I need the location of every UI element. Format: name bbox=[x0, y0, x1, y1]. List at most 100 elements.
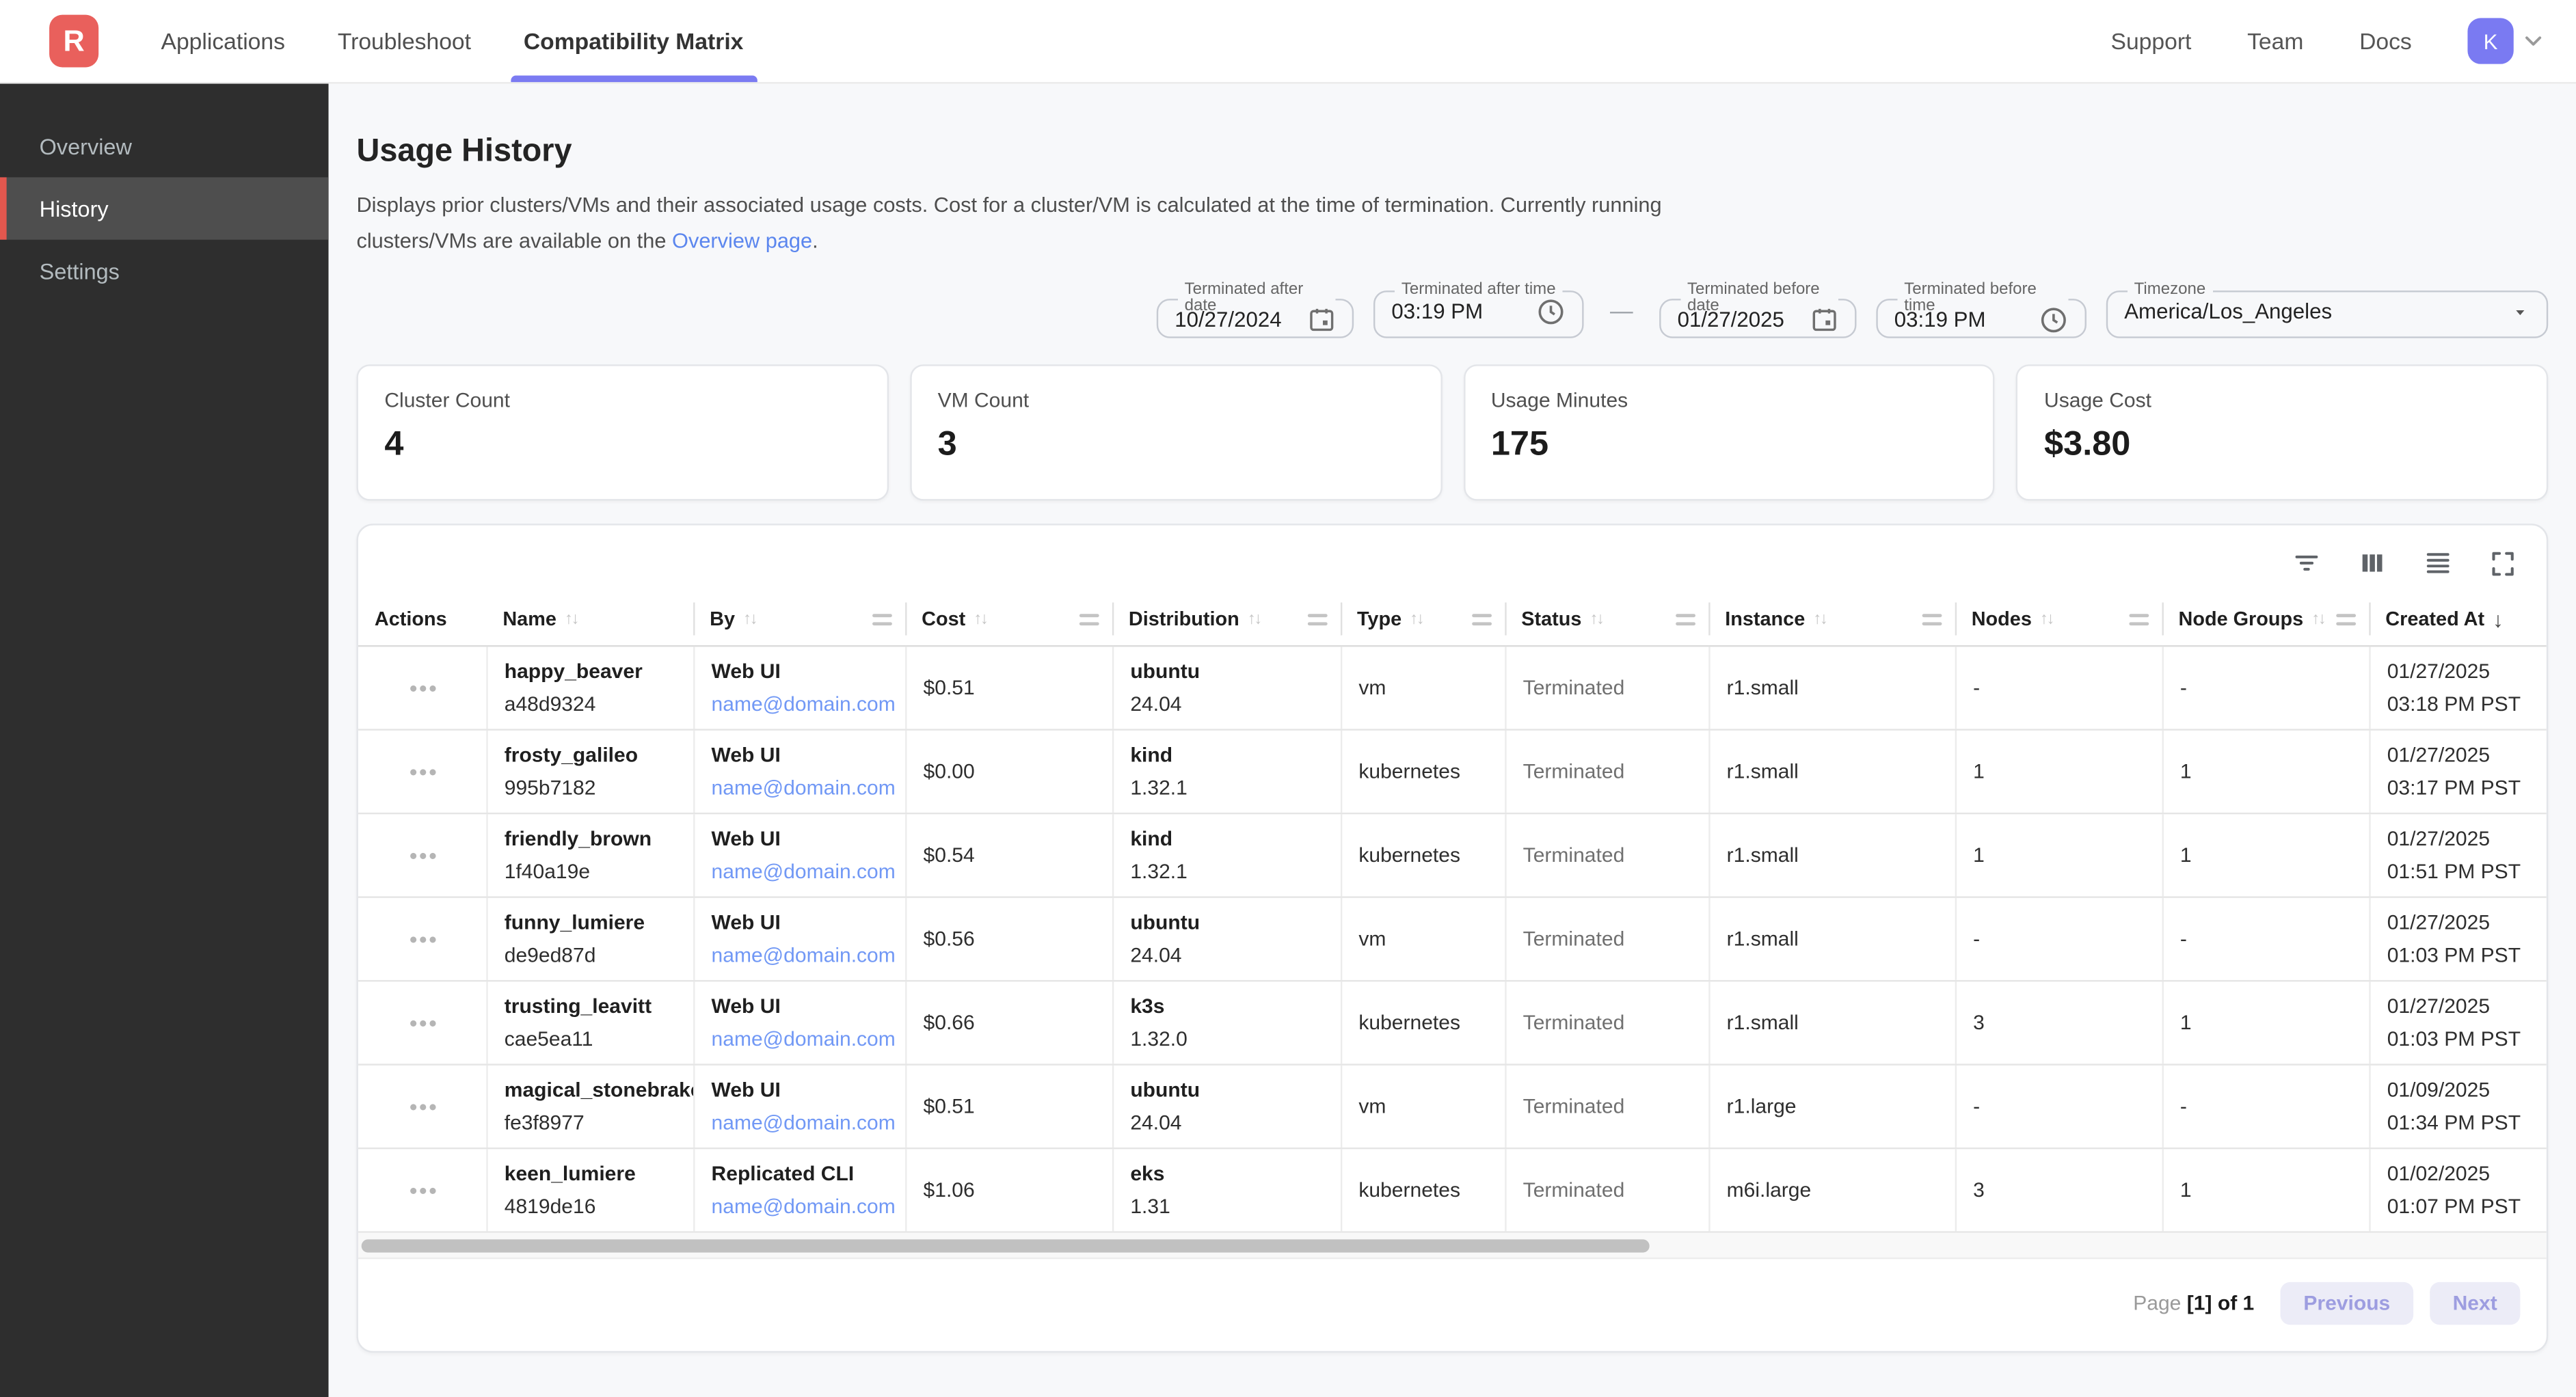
column-label[interactable]: Node Groups bbox=[2179, 608, 2304, 631]
column-label[interactable]: By bbox=[710, 608, 735, 631]
terminated-after-date-value[interactable]: 10/27/2024 bbox=[1175, 307, 1281, 331]
column-label[interactable]: Name bbox=[502, 608, 556, 631]
calendar-icon[interactable] bbox=[1810, 306, 1838, 334]
column-separator[interactable] bbox=[2369, 602, 2370, 635]
sort-icon[interactable]: ↑↓ bbox=[2311, 610, 2324, 627]
row-actions-button[interactable]: ••• bbox=[410, 763, 439, 780]
clock-icon[interactable] bbox=[2039, 305, 2068, 334]
terminated-after-time-field[interactable]: Terminated after time 03:19 PM bbox=[1373, 282, 1584, 338]
nav-tab[interactable]: Applications bbox=[135, 0, 311, 82]
chevron-down-icon[interactable] bbox=[2520, 28, 2546, 54]
filter-icon[interactable] bbox=[2292, 548, 2321, 578]
created-by-email-link[interactable]: name@domain.com bbox=[712, 772, 892, 804]
column-menu-icon[interactable] bbox=[1079, 612, 1099, 625]
column-label[interactable]: Cost bbox=[922, 608, 965, 631]
columns-icon[interactable] bbox=[2357, 548, 2387, 578]
column-label[interactable]: Status bbox=[1521, 608, 1581, 631]
sidebar-item[interactable]: Settings bbox=[0, 240, 329, 302]
timezone-select[interactable]: Timezone America/Los_Angeles bbox=[2106, 282, 2548, 338]
row-actions-button[interactable]: ••• bbox=[410, 1014, 439, 1031]
column-menu-icon[interactable] bbox=[2129, 612, 2149, 625]
column-header[interactable]: Instance ↑↓ bbox=[1708, 591, 1955, 647]
column-menu-icon[interactable] bbox=[1922, 612, 1942, 625]
overview-page-link[interactable]: Overview page bbox=[672, 228, 812, 253]
terminated-before-date-field[interactable]: Terminated before date 01/27/2025 bbox=[1659, 282, 1856, 338]
column-separator[interactable] bbox=[1708, 602, 1710, 635]
sidebar-item[interactable]: History bbox=[0, 177, 329, 239]
column-header[interactable]: Distribution ↑↓ bbox=[1112, 591, 1341, 647]
column-label[interactable]: Created At bbox=[2385, 608, 2484, 631]
sort-icon[interactable]: ↑↓ bbox=[1813, 610, 1826, 627]
sort-icon[interactable]: ↑↓ bbox=[2040, 610, 2053, 627]
replicated-logo[interactable]: R bbox=[49, 15, 98, 68]
clock-icon[interactable] bbox=[1536, 297, 1566, 326]
column-header[interactable]: Actions bbox=[358, 591, 486, 647]
sort-desc-icon[interactable]: ↓ bbox=[2493, 607, 2504, 632]
column-menu-icon[interactable] bbox=[1472, 612, 1492, 625]
row-actions-button[interactable]: ••• bbox=[410, 931, 439, 947]
avatar[interactable]: K bbox=[2467, 18, 2513, 64]
column-header[interactable]: Status ↑↓ bbox=[1505, 591, 1708, 647]
sort-icon[interactable]: ↑↓ bbox=[565, 610, 578, 627]
nav-tab[interactable]: Troubleshoot bbox=[311, 0, 497, 82]
sort-icon[interactable]: ↑↓ bbox=[1589, 610, 1602, 627]
row-actions-button[interactable]: ••• bbox=[410, 1098, 439, 1115]
column-header[interactable]: Nodes ↑↓ bbox=[1955, 591, 2162, 647]
created-by-email-link[interactable]: name@domain.com bbox=[712, 688, 892, 720]
sort-icon[interactable]: ↑↓ bbox=[743, 610, 756, 627]
calendar-icon[interactable] bbox=[1308, 306, 1336, 334]
fullscreen-icon[interactable] bbox=[2489, 549, 2517, 577]
terminated-before-date-value[interactable]: 01/27/2025 bbox=[1678, 307, 1784, 331]
column-separator[interactable] bbox=[2162, 602, 2163, 635]
column-separator[interactable] bbox=[1112, 602, 1114, 635]
sort-icon[interactable]: ↑↓ bbox=[1248, 610, 1261, 627]
dropdown-arrow-icon[interactable] bbox=[2510, 301, 2530, 321]
sort-icon[interactable]: ↑↓ bbox=[974, 610, 987, 627]
row-actions-button[interactable]: ••• bbox=[410, 679, 439, 696]
created-by-email-link[interactable]: name@domain.com bbox=[712, 855, 892, 888]
column-label[interactable]: Type bbox=[1357, 608, 1401, 631]
terminated-before-time-field[interactable]: Terminated before time 03:19 PM bbox=[1876, 282, 2087, 338]
timezone-value[interactable]: America/Los_Angeles bbox=[2124, 299, 2332, 323]
scrollbar-thumb[interactable] bbox=[362, 1238, 1649, 1251]
horizontal-scrollbar[interactable] bbox=[358, 1233, 2547, 1259]
column-menu-icon[interactable] bbox=[872, 612, 892, 625]
column-header[interactable]: Name ↑↓ bbox=[486, 591, 693, 647]
sidebar-item[interactable]: Overview bbox=[0, 115, 329, 177]
column-separator[interactable] bbox=[905, 602, 907, 635]
created-by-email-link[interactable]: name@domain.com bbox=[712, 1190, 892, 1223]
column-header[interactable]: Node Groups ↑↓ bbox=[2162, 591, 2369, 647]
column-label[interactable]: Nodes bbox=[1972, 608, 2032, 631]
account-menu[interactable]: K bbox=[2467, 18, 2546, 64]
column-menu-icon[interactable] bbox=[1676, 612, 1695, 625]
column-header[interactable]: Cost ↑↓ bbox=[905, 591, 1112, 647]
terminated-after-time-value[interactable]: 03:19 PM bbox=[1391, 299, 1483, 323]
column-header[interactable]: By ↑↓ bbox=[693, 591, 905, 647]
created-by-email-link[interactable]: name@domain.com bbox=[712, 939, 892, 972]
column-menu-icon[interactable] bbox=[2336, 612, 2356, 625]
created-by-email-link[interactable]: name@domain.com bbox=[712, 1022, 892, 1055]
column-menu-icon[interactable] bbox=[1308, 612, 1328, 625]
next-page-button[interactable]: Next bbox=[2430, 1282, 2520, 1325]
column-separator[interactable] bbox=[1505, 602, 1506, 635]
nav-link[interactable]: Support bbox=[2111, 28, 2192, 54]
terminated-after-date-field[interactable]: Terminated after date 10/27/2024 bbox=[1157, 282, 1354, 338]
column-header[interactable]: Type ↑↓ bbox=[1341, 591, 1505, 647]
column-header[interactable]: Created At ↓ bbox=[2369, 591, 2547, 647]
sort-icon[interactable]: ↑↓ bbox=[1410, 610, 1423, 627]
row-actions-button[interactable]: ••• bbox=[410, 847, 439, 863]
nav-link[interactable]: Docs bbox=[2359, 28, 2412, 54]
nav-tab[interactable]: Compatibility Matrix bbox=[497, 0, 769, 82]
terminated-before-time-value[interactable]: 03:19 PM bbox=[1894, 307, 1986, 331]
column-label[interactable]: Actions bbox=[375, 608, 447, 631]
previous-page-button[interactable]: Previous bbox=[2281, 1282, 2413, 1325]
created-by-email-link[interactable]: name@domain.com bbox=[712, 1107, 892, 1139]
row-actions-button[interactable]: ••• bbox=[410, 1182, 439, 1198]
column-separator[interactable] bbox=[1955, 602, 1957, 635]
nav-link[interactable]: Team bbox=[2247, 28, 2303, 54]
column-separator[interactable] bbox=[693, 602, 695, 635]
column-label[interactable]: Instance bbox=[1725, 608, 1805, 631]
column-separator[interactable] bbox=[1341, 602, 1342, 635]
column-label[interactable]: Distribution bbox=[1129, 608, 1239, 631]
density-icon[interactable] bbox=[2424, 548, 2453, 578]
